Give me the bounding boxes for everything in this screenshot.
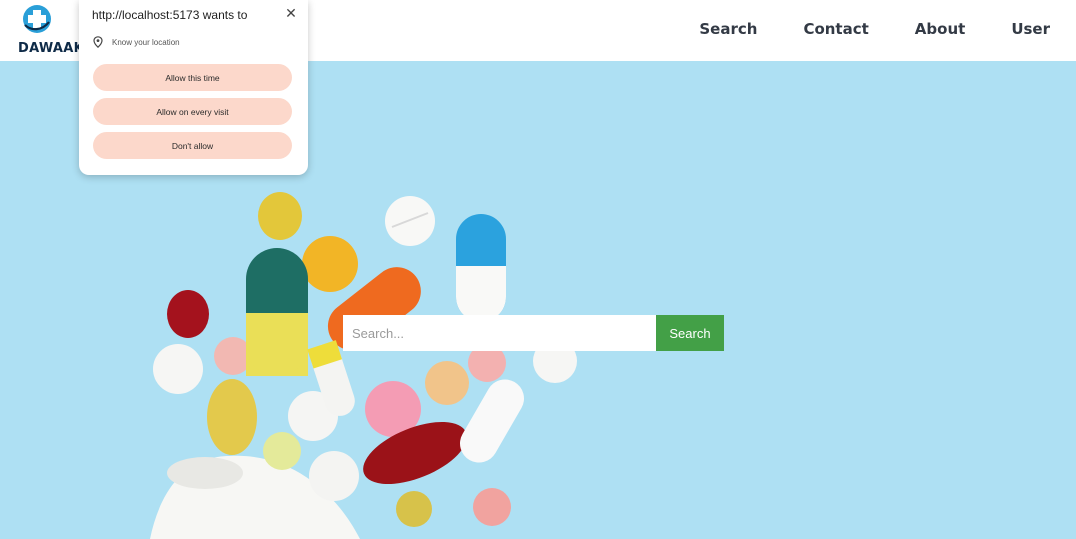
location-pin-icon [93,36,103,48]
allow-every-visit-button[interactable]: Allow on every visit [93,98,292,125]
allow-this-time-button[interactable]: Allow this time [93,64,292,91]
permission-request: Know your location [93,36,180,48]
medical-cross-icon [23,5,51,33]
nav-user[interactable]: User [1011,20,1050,38]
permission-request-label: Know your location [112,37,180,47]
search-input[interactable] [343,315,656,351]
logo-text: DAWAAK [18,41,85,56]
dont-allow-button[interactable]: Don't allow [93,132,292,159]
prompt-title: http://localhost:5173 wants to [92,8,248,22]
search-button[interactable]: Search [656,315,724,351]
nav-about[interactable]: About [915,20,966,38]
search-form: Search [343,315,724,351]
nav-contact[interactable]: Contact [803,20,868,38]
location-permission-prompt: http://localhost:5173 wants to ✕ Know yo… [79,0,308,175]
logo[interactable]: DAWAAK [16,4,84,56]
close-icon[interactable]: ✕ [282,4,300,22]
main-nav: Search Contact About User [699,0,1050,58]
nav-search[interactable]: Search [699,20,757,38]
